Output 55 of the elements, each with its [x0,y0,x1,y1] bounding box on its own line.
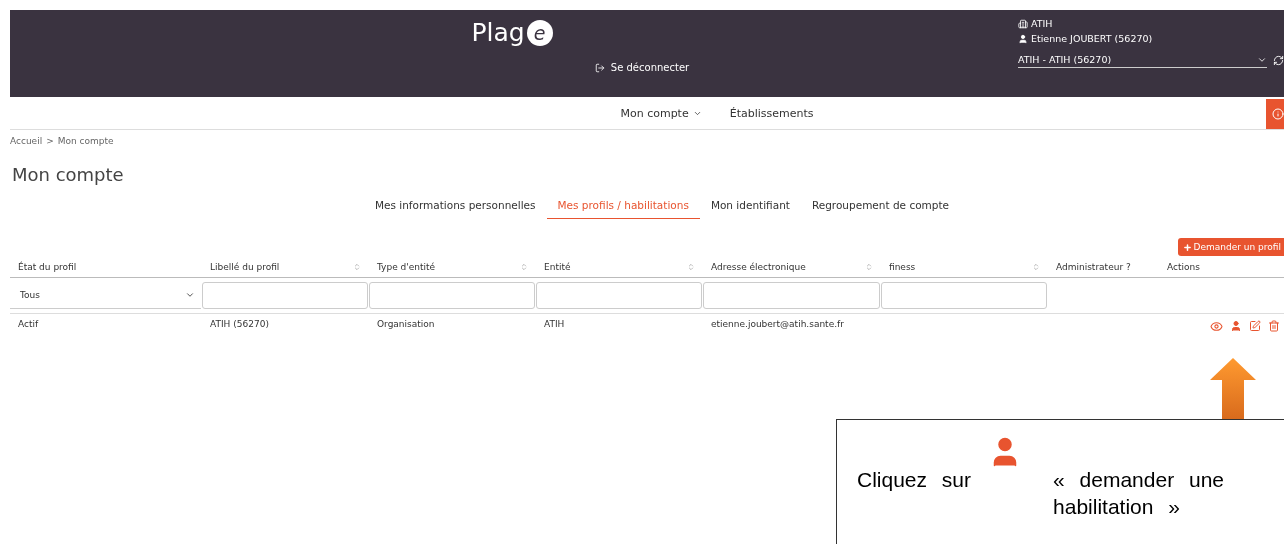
logout-icon [594,62,605,73]
chevron-down-icon [185,290,195,300]
column-header[interactable]: Adresse électronique [711,262,806,272]
callout-text: Cliquez sur [857,467,972,493]
user-icon [1018,33,1028,44]
column-header[interactable]: Type d'entité [377,262,436,272]
filter-input[interactable] [202,282,368,309]
sort-icon[interactable] [687,263,695,271]
column-header: État du profil [18,262,77,272]
nav-menu-item[interactable]: Établissements [729,106,814,120]
table-cell: Actif [18,319,39,329]
column-header: Actions [1167,262,1200,272]
filter-input[interactable] [881,282,1047,309]
organization-name: ATIH [1031,18,1053,29]
info-icon [1272,108,1284,120]
column-header[interactable]: finess [889,262,916,272]
filter-input[interactable] [536,282,702,309]
page-title: Mon compte [12,164,125,185]
breadcrumb-separator: > [46,136,54,146]
user-icon[interactable] [1230,320,1242,332]
sort-icon[interactable] [1032,263,1040,271]
breadcrumb-item[interactable]: Accueil [10,136,43,146]
filter-input[interactable] [703,282,880,309]
status-filter-select[interactable]: Tous [10,282,201,309]
delete-icon[interactable] [1268,320,1280,332]
callout-text: « demander une habilitation » [1053,467,1225,520]
table-cell: Organisation [377,319,435,329]
user-name: Etienne JOUBERT (56270) [1031,33,1153,44]
breadcrumb-item: Mon compte [57,136,114,146]
filter-input[interactable] [369,282,535,309]
table-cell: ATIH (56270) [210,319,269,329]
logout-link[interactable]: Se déconnecter [594,62,690,73]
table-cell: ATIH [544,319,565,329]
column-header[interactable]: Libellé du profil [210,262,280,272]
plus-icon [1182,242,1192,252]
view-icon[interactable] [1210,320,1223,333]
refresh-icon[interactable] [1273,54,1284,66]
account-select[interactable]: ATIH - ATIH (56270) [1018,52,1267,68]
sort-icon[interactable] [520,263,528,271]
sort-icon[interactable] [865,263,873,271]
tab[interactable]: Mes profils / habilitations [546,193,700,219]
logo: Plag e [471,18,553,47]
column-header[interactable]: Entité [544,262,571,272]
tab[interactable]: Mon identifiant [699,193,801,219]
arrow-pointer [1210,358,1256,420]
tab[interactable]: Regroupement de compte [800,193,961,219]
request-profile-button[interactable]: Demander un profil [1177,238,1284,256]
building-icon [1018,18,1028,29]
nav-menu-item[interactable]: Mon compte [620,106,702,120]
sort-icon[interactable] [353,263,361,271]
tab[interactable]: Mes informations personnelles [363,193,547,219]
edit-icon[interactable] [1249,320,1261,332]
table-cell: etienne.joubert@atih.sante.fr [711,319,844,329]
column-header: Administrateur ? [1056,262,1131,272]
info-button[interactable] [1266,99,1284,129]
